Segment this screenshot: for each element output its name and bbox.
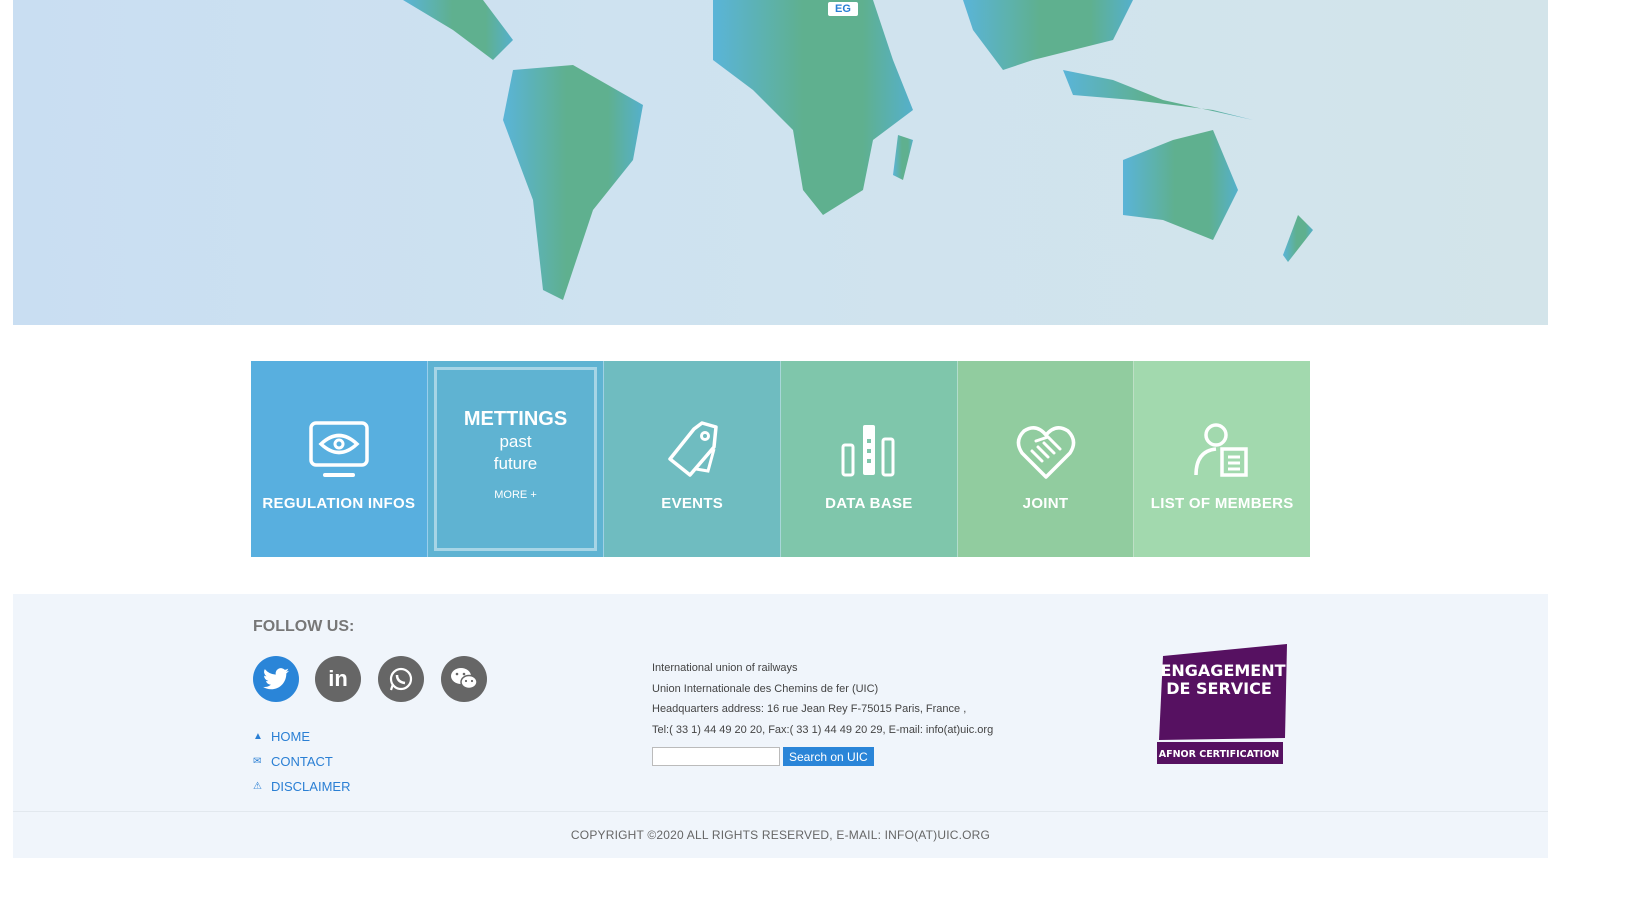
bar-chart-icon [841,424,895,476]
tag-icon [668,420,718,477]
home-icon: ▲ [253,731,263,742]
twitter-icon[interactable] [253,656,299,702]
tile-events[interactable]: EVENTS [604,361,782,557]
linkedin-icon[interactable]: in [315,656,361,702]
tile-label: DATA BASE [825,494,913,512]
address-line: Headquarters address: 16 rue Jean Rey F-… [652,703,967,715]
address-line: Union Internationale des Chemins de fer … [652,682,879,695]
home-link-label[interactable]: HOME [271,729,310,744]
disclaimer-link-label[interactable]: DISCLAIMER [271,779,350,794]
country-label-egypt[interactable]: EG [828,2,858,16]
address-line: International union of railways [652,662,798,674]
tile-label: LIST OF MEMBERS [1150,494,1294,512]
site-search: Search on UIC [652,747,874,766]
member-list-icon [1194,422,1248,477]
footer-links: ▲ HOME ✉ CONTACT ⚠ DISCLAIMER [253,724,350,799]
copyright: COPYRIGHT ©2020 ALL RIGHTS RESERVED, E-M… [570,828,991,842]
svg-text:AFNOR CERTIFICATION: AFNOR CERTIFICATION [1159,749,1280,760]
svg-text:ENGAGEMENT: ENGAGEMENT [1160,661,1285,680]
eye-monitor-icon [309,420,369,477]
tile-label: JOINT [1022,494,1069,512]
svg-text:DE SERVICE: DE SERVICE [1166,679,1272,698]
tile-list-of-members[interactable]: LIST OF MEMBERS [1134,361,1311,557]
tile-label: REGULATION INFOS [262,494,416,512]
contact-link-label[interactable]: CONTACT [271,754,333,769]
quick-links-tiles: REGULATION INFOS METTINGS past future MO… [251,361,1311,557]
whatsapp-icon[interactable] [378,656,424,702]
meetings-more-link[interactable]: MORE + [494,489,536,501]
tile-label: EVENTS [661,494,724,512]
warning-icon: ⚠ [253,781,262,792]
disclaimer-link[interactable]: ⚠ DISCLAIMER [253,774,350,799]
search-input[interactable] [652,747,780,766]
handshake-heart-icon [1016,425,1075,479]
meetings-past-link[interactable]: past [499,431,531,453]
tile-regulation-infos[interactable]: REGULATION INFOS [251,361,428,557]
home-link[interactable]: ▲ HOME [253,724,350,749]
mail-icon: ✉ [253,756,262,767]
search-button[interactable]: Search on UIC [783,747,874,766]
footer-divider [13,811,1548,812]
follow-us-heading: FOLLOW US: [253,618,355,635]
tile-meetings[interactable]: METTINGS past future MORE + [427,361,605,557]
wechat-icon[interactable] [441,656,487,702]
world-map-shapes [403,0,1313,300]
meetings-title: METTINGS [463,407,568,430]
tile-joint[interactable]: JOINT [957,361,1135,557]
afnor-engagement-de-service-logo: ENGAGEMENT DE SERVICE AFNOR CERTIFICATIO… [1157,644,1287,764]
world-map[interactable]: EG [13,0,1548,325]
meetings-future-link[interactable]: future [494,453,537,475]
address-line: Tel:( 33 1) 44 49 20 20, Fax:( 33 1) 44 … [652,723,994,736]
address-block: International union of railways Union In… [652,658,993,740]
contact-link[interactable]: ✉ CONTACT [253,749,350,774]
footer: FOLLOW US: in ▲ HOME ✉ CONTACT ⚠ DISCLAIMER… [13,594,1548,858]
tile-data-base[interactable]: DATA BASE [781,361,958,557]
